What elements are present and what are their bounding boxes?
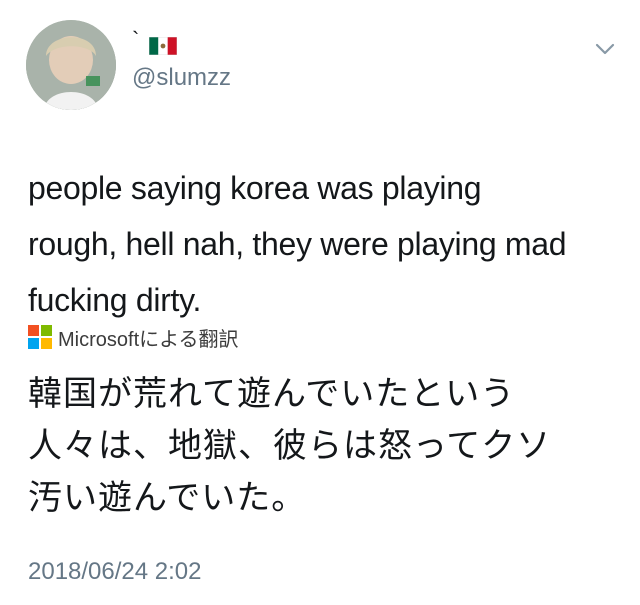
logo-square-green (41, 325, 52, 336)
display-name-mark: ` (132, 27, 140, 52)
translated-text-line: 人々は、地獄、彼らは怒ってクソ (28, 426, 552, 466)
tweet-text: people saying korea was playing rough, h… (28, 160, 618, 328)
chevron-down-icon[interactable] (594, 38, 616, 60)
mexico-flag-icon (149, 37, 178, 55)
logo-square-blue (28, 338, 39, 349)
tweet-header: ` @slumzz (0, 0, 640, 120)
translated-text-line: 韓国が荒れて遊んでいたという (28, 374, 516, 414)
tweet-timestamp[interactable]: 2018/06/24 2:02 (28, 558, 202, 586)
tweet-text-line: rough, hell nah, they were playing mad (28, 226, 567, 262)
translation-provider-label: Microsoftによる翻訳 (58, 328, 239, 351)
logo-square-red (28, 325, 39, 336)
microsoft-logo-icon (28, 325, 52, 349)
logo-square-yellow (41, 338, 52, 349)
user-handle[interactable]: @slumzz (132, 64, 231, 92)
tweet-text-line: people saying korea was playing (28, 170, 482, 206)
translated-text: 韓国が荒れて遊んでいたという 人々は、地獄、彼らは怒ってクソ 汚い遊んでいた。 (28, 368, 628, 524)
translated-text-line: 汚い遊んでいた。 (28, 478, 307, 518)
tweet-text-line: fucking dirty. (28, 282, 202, 318)
display-name[interactable]: ` (132, 29, 178, 58)
avatar-photo-icon (26, 20, 116, 110)
avatar[interactable] (26, 20, 116, 110)
translation-attribution[interactable]: Microsoftによる翻訳 (28, 322, 239, 352)
